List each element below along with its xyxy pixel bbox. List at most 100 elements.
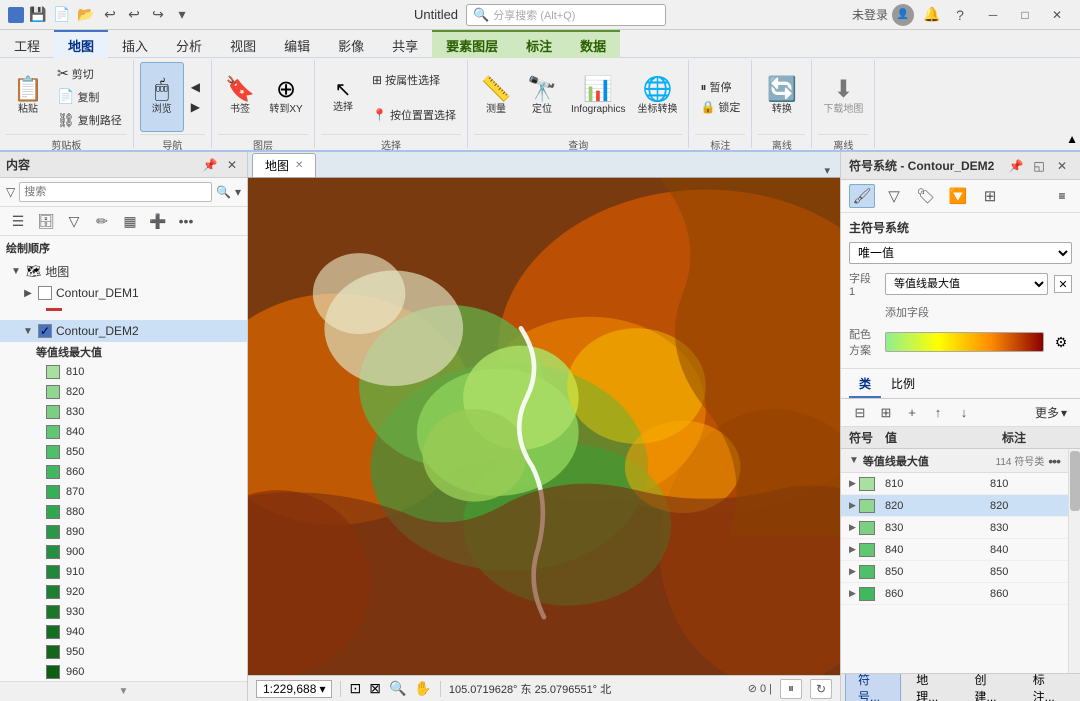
nav-extent-btn[interactable]: ⊡	[349, 680, 361, 697]
help-btn[interactable]: ?	[950, 5, 970, 25]
map-container[interactable]	[248, 178, 840, 675]
sp-tool-layers[interactable]: ⊞	[977, 184, 1003, 208]
sp-field1-del-btn[interactable]: ✕	[1054, 275, 1072, 293]
sp-tt-down-btn[interactable]: ↓	[953, 403, 975, 423]
scale-selector[interactable]: 1:229,688 ▾	[256, 680, 332, 698]
val-930[interactable]: 930	[0, 602, 247, 622]
val-950[interactable]: 950	[0, 642, 247, 662]
sp-tool-symbology[interactable]: 🖌	[849, 184, 875, 208]
sp-color-strip[interactable]	[885, 332, 1044, 352]
notification-btn[interactable]: 🔔	[922, 5, 942, 25]
sp-swatch-820[interactable]	[859, 499, 875, 513]
loc-select-btn[interactable]: 📍按位置置选择	[367, 105, 461, 125]
pause-btn[interactable]: ⏸暂停	[695, 77, 745, 97]
sp-swatch-860[interactable]	[859, 587, 875, 601]
sp-tab-class[interactable]: 类	[849, 371, 881, 398]
copy-path-btn[interactable]: ⛓复制路径	[52, 110, 127, 131]
copy-btn[interactable]: 📄复制	[52, 86, 127, 107]
draw-tool-btn[interactable]: ✏	[90, 210, 114, 232]
sp-close-btn[interactable]: ✕	[1052, 156, 1072, 176]
bookmark-btn[interactable]: 🔖 书签	[218, 62, 262, 132]
more-options-btn[interactable]: •••	[174, 210, 198, 232]
redo-btn[interactable]: ↪	[148, 5, 168, 25]
tab-edit[interactable]: 编辑	[270, 30, 324, 58]
sp-swatch-850[interactable]	[859, 565, 875, 579]
val-880[interactable]: 880	[0, 502, 247, 522]
grid-btn[interactable]: ▦	[118, 210, 142, 232]
list-view-btn[interactable]: ☰	[6, 210, 30, 232]
val-840[interactable]: 840	[0, 422, 247, 442]
sp-pin-btn[interactable]: 📌	[1006, 156, 1026, 176]
pin-btn[interactable]: 📌	[201, 156, 219, 174]
paste-btn[interactable]: 📋 粘贴	[6, 62, 50, 132]
val-830[interactable]: 830	[0, 402, 247, 422]
refresh-btn[interactable]: ↻	[810, 679, 832, 699]
tree-item-dem2[interactable]: ▼ ✓ Contour_DEM2	[0, 320, 247, 342]
global-search-box[interactable]: 🔍 分享搜索 (Alt+Q)	[466, 4, 666, 26]
check-dem2[interactable]: ✓	[38, 324, 52, 338]
sp-tt-up-btn[interactable]: ↑	[927, 403, 949, 423]
sp-scrollbar[interactable]	[1068, 449, 1080, 673]
add-btn[interactable]: ➕	[146, 210, 170, 232]
sp-primary-method-select[interactable]: 唯一值	[849, 242, 1072, 264]
tab-insert[interactable]: 插入	[108, 30, 162, 58]
tab-analysis[interactable]: 分析	[162, 30, 216, 58]
infographics-btn[interactable]: 📊 Infographics	[566, 62, 630, 132]
undo-btn2[interactable]: ↩	[124, 5, 144, 25]
val-910[interactable]: 910	[0, 562, 247, 582]
sp-tool-filter[interactable]: ▽	[881, 184, 907, 208]
tab-map[interactable]: 地图	[54, 30, 108, 58]
zoom-btn[interactable]: 🔍	[389, 680, 406, 697]
expand-map-icon[interactable]: ▼	[10, 265, 22, 277]
sp-row-820[interactable]: ▶ 820 820	[841, 495, 1068, 517]
bottom-tab-geo[interactable]: 地理...	[903, 673, 959, 701]
db-view-btn[interactable]: 🗄	[34, 210, 58, 232]
coord-transform-btn[interactable]: 🌐 坐标转换	[632, 62, 682, 132]
sp-swatch-830[interactable]	[859, 521, 875, 535]
bottom-tab-symbol[interactable]: 符号...	[845, 673, 901, 701]
select-btn[interactable]: ↖ 选择	[321, 62, 365, 132]
pan-btn[interactable]: ✋	[414, 680, 431, 697]
sp-tool-filter2[interactable]: 🔽	[945, 184, 971, 208]
sp-row-830[interactable]: ▶ 830 830	[841, 517, 1068, 539]
expand-dem1-icon[interactable]: ▶	[22, 287, 34, 299]
maximize-btn[interactable]: □	[1010, 4, 1040, 26]
tree-item-map[interactable]: ▼ 🗺 地图	[0, 260, 247, 282]
dropdown-btn[interactable]: ▾	[172, 5, 192, 25]
sp-menu-icon[interactable]: ≡	[1052, 186, 1072, 206]
goto-xy-btn[interactable]: ⊕ 转到XY	[264, 62, 308, 132]
search-settings-icon[interactable]: ▾	[235, 185, 241, 199]
sp-float-btn[interactable]: ◱	[1029, 156, 1049, 176]
back-btn[interactable]: ◀	[186, 78, 205, 96]
user-area[interactable]: 未登录 👤	[852, 4, 914, 26]
tab-feature[interactable]: 要素图层	[432, 30, 512, 58]
undo-btn[interactable]: ↩	[100, 5, 120, 25]
panel-close-btn[interactable]: ✕	[223, 156, 241, 174]
expand-dem2-icon[interactable]: ▼	[22, 325, 34, 337]
download-map-btn[interactable]: ⬇ 下载地图	[818, 62, 868, 132]
tab-data[interactable]: 数据	[566, 30, 620, 58]
sp-row-840[interactable]: ▶ 840 840	[841, 539, 1068, 561]
transform-btn[interactable]: 🔄 转换	[760, 62, 804, 132]
sp-color-gear-btn[interactable]: ⚙	[1050, 331, 1072, 353]
tab-imagery[interactable]: 影像	[324, 30, 378, 58]
val-820[interactable]: 820	[0, 382, 247, 402]
sp-tt-add-btn[interactable]: +	[901, 403, 923, 423]
full-extent-btn[interactable]: ⊠	[369, 680, 381, 697]
close-btn[interactable]: ✕	[1042, 4, 1072, 26]
minimize-btn[interactable]: ─	[978, 4, 1008, 26]
ribbon-collapse[interactable]: ▲	[1064, 60, 1080, 148]
sp-row-850[interactable]: ▶ 850 850	[841, 561, 1068, 583]
val-810[interactable]: 810	[0, 362, 247, 382]
sp-group-dots[interactable]: •••	[1048, 453, 1060, 469]
sp-more-btn[interactable]: 更多 ▾	[1030, 402, 1072, 423]
contents-search-input[interactable]	[19, 182, 212, 202]
sp-swatch-840[interactable]	[859, 543, 875, 557]
val-890[interactable]: 890	[0, 522, 247, 542]
forward-btn[interactable]: ▶	[186, 98, 205, 116]
open-btn[interactable]: 📂	[76, 5, 96, 25]
val-960[interactable]: 960	[0, 662, 247, 681]
tab-view[interactable]: 视图	[216, 30, 270, 58]
sp-tab-scale[interactable]: 比例	[881, 371, 925, 398]
val-940[interactable]: 940	[0, 622, 247, 642]
